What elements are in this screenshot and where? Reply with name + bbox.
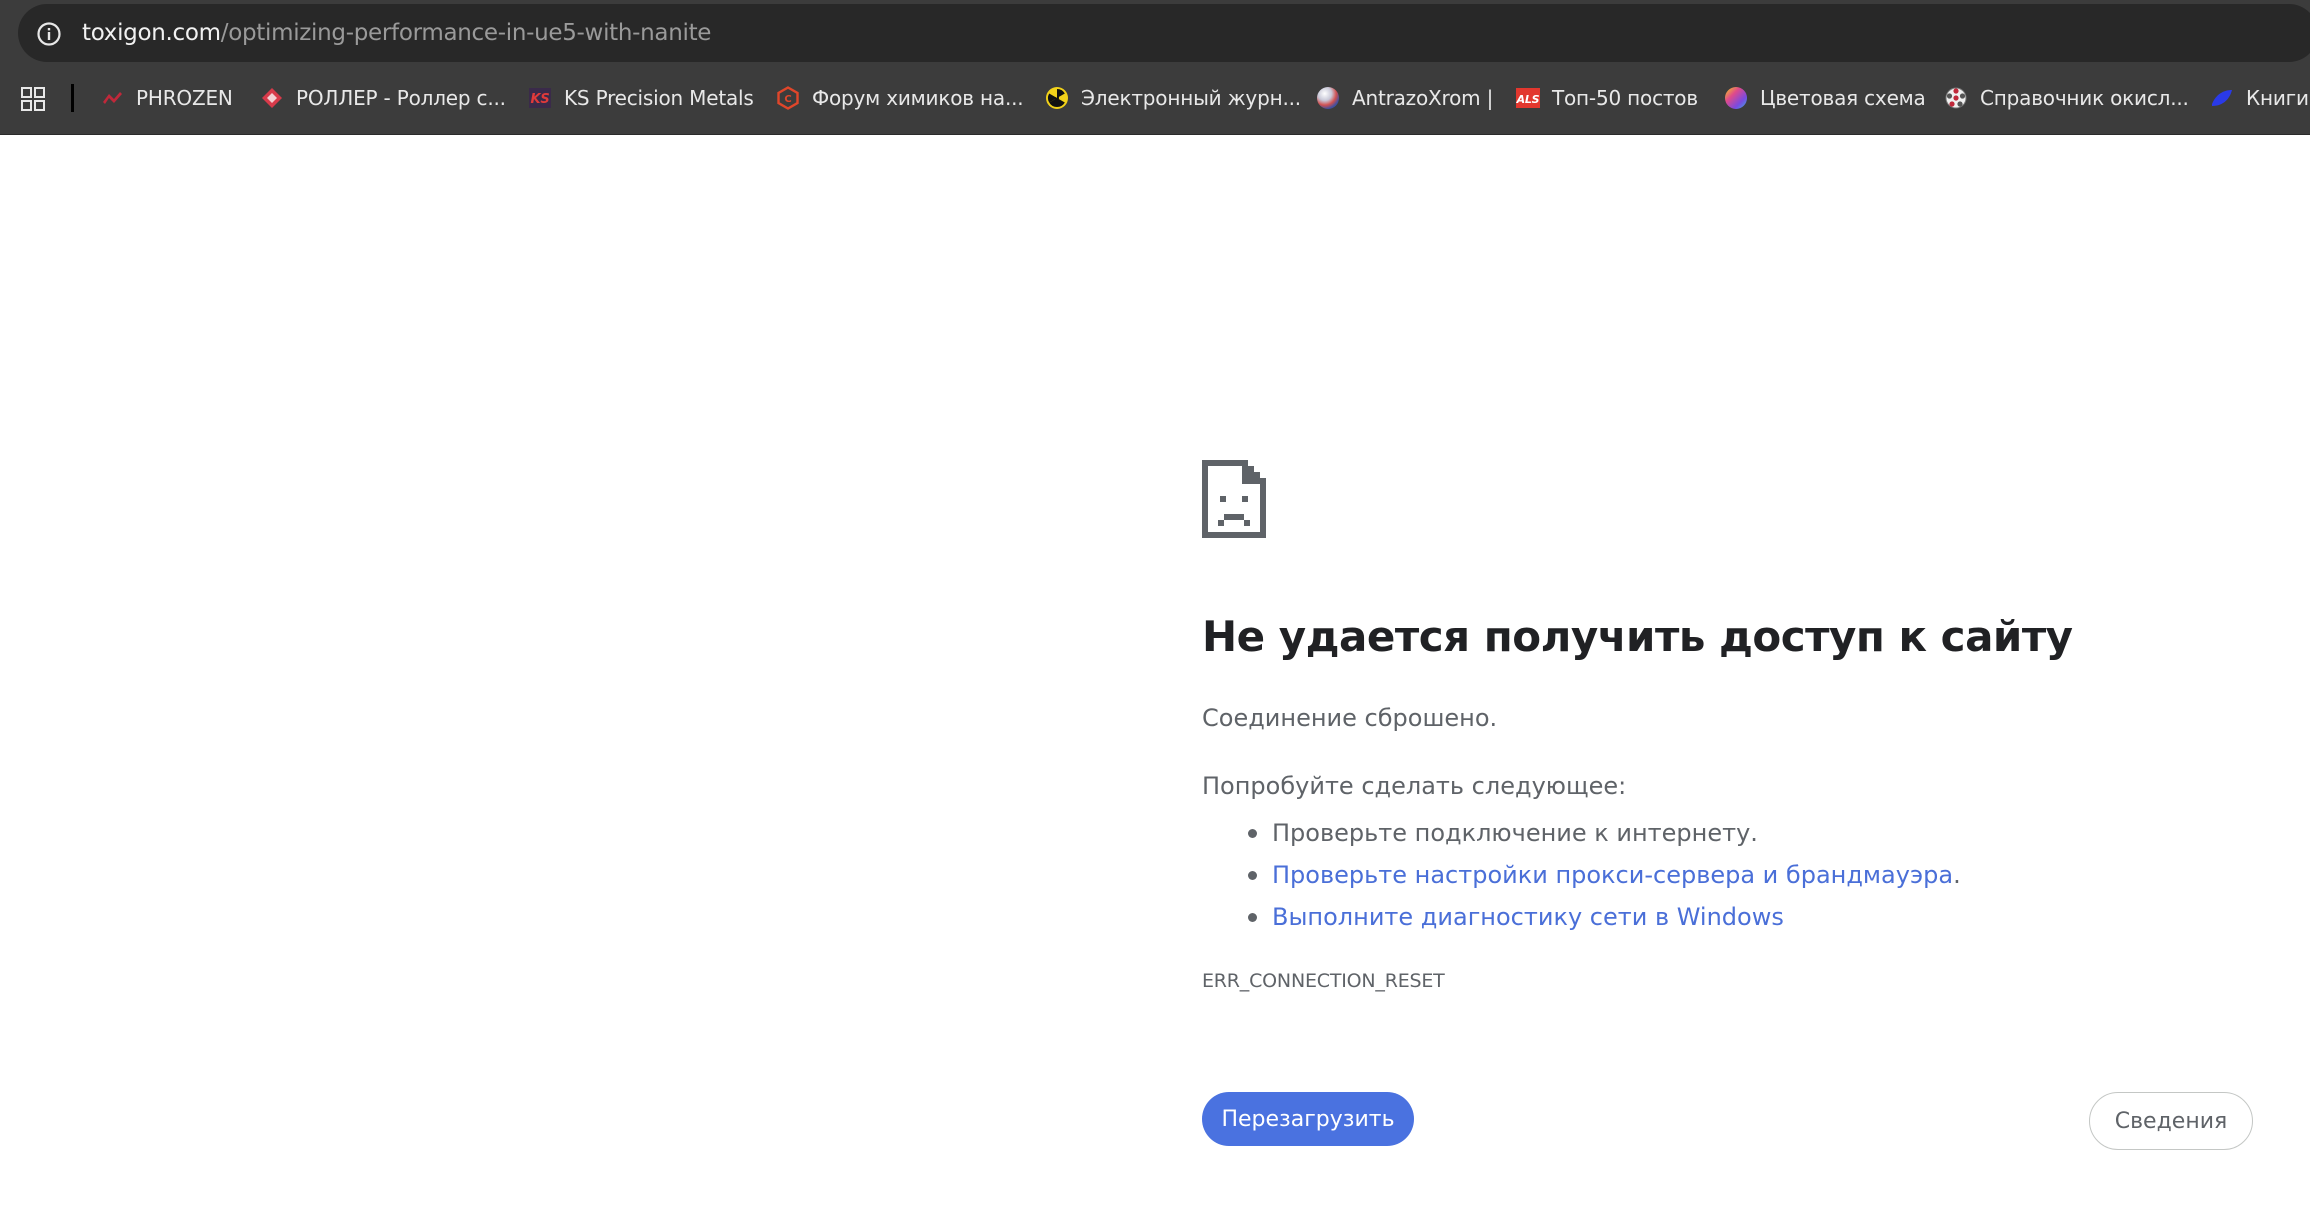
proxy-settings-link[interactable]: Проверьте настройки прокси-сервера и бра… bbox=[1272, 861, 1953, 889]
url-domain: toxigon.com bbox=[82, 20, 221, 46]
roller-icon bbox=[262, 88, 282, 108]
bookmark-oxidation-handbook[interactable]: Справочник окисл... bbox=[1944, 76, 2189, 120]
bookmarks-separator bbox=[71, 84, 74, 112]
bookmark-label: PHROZEN bbox=[136, 86, 233, 110]
sad-document-icon bbox=[1202, 460, 1266, 538]
bookmark-label: РОЛЛЕР - Роллер с... bbox=[296, 86, 506, 110]
url-text[interactable]: toxigon.com/optimizing-performance-in-ue… bbox=[82, 4, 711, 62]
bookmark-e-journal[interactable]: Электронный журн... bbox=[1045, 76, 1301, 120]
bookmark-top50[interactable]: ALS Топ-50 постов bbox=[1516, 76, 1698, 120]
color-wheel-icon bbox=[1725, 87, 1747, 109]
radiation-icon bbox=[1046, 87, 1068, 109]
site-info-icon[interactable] bbox=[36, 21, 62, 47]
bookmark-phrozen[interactable]: PHROZEN bbox=[100, 76, 233, 120]
error-title: Не удается получить доступ к сайту bbox=[1202, 612, 2073, 661]
error-subtitle: Соединение сброшено. bbox=[1202, 704, 1498, 732]
suggestion-check-proxy: Проверьте настройки прокси-сервера и бра… bbox=[1202, 854, 1961, 896]
error-code: ERR_CONNECTION_RESET bbox=[1202, 970, 1445, 992]
address-bar[interactable]: toxigon.com/optimizing-performance-in-ue… bbox=[18, 4, 2310, 62]
bookmark-color-scheme[interactable]: Цветовая схема bbox=[1724, 76, 1926, 120]
suggestion-text: Проверьте подключение к интернету. bbox=[1272, 819, 1758, 847]
als-icon: ALS bbox=[1516, 88, 1540, 108]
svg-text:ALS: ALS bbox=[1516, 93, 1540, 106]
bookmark-ks-precision[interactable]: KS KS Precision Metals bbox=[528, 76, 754, 120]
bookmark-label: Книги bbox=[2246, 86, 2309, 110]
bookmark-roller[interactable]: РОЛЛЕР - Роллер с... bbox=[260, 76, 506, 120]
bookmark-books[interactable]: Книги bbox=[2210, 76, 2309, 120]
apps-grid-icon[interactable] bbox=[20, 86, 46, 112]
suggestion-network-diagnostics: Выполните диагностику сети в Windows bbox=[1202, 896, 1961, 938]
reload-button[interactable]: Перезагрузить bbox=[1202, 1092, 1414, 1146]
book-icon bbox=[2212, 90, 2232, 106]
bookmark-label: Электронный журн... bbox=[1081, 86, 1301, 110]
sphere-icon bbox=[1317, 87, 1339, 109]
browser-chrome: toxigon.com/optimizing-performance-in-ue… bbox=[0, 0, 2310, 135]
phrozen-icon bbox=[103, 92, 122, 104]
details-button[interactable]: Сведения bbox=[2089, 1092, 2253, 1150]
bookmark-label: Форум химиков на... bbox=[812, 86, 1024, 110]
hexagon-icon: C bbox=[777, 86, 799, 110]
bookmark-label: Справочник окисл... bbox=[1980, 86, 2189, 110]
bookmark-label: Топ-50 постов bbox=[1552, 86, 1698, 110]
bookmark-antrazoxrom[interactable]: AntrazoXrom | bbox=[1316, 76, 1493, 120]
suggestions-list: Проверьте подключение к интернету. Прове… bbox=[1202, 812, 1961, 938]
url-path: /optimizing-performance-in-ue5-with-nani… bbox=[220, 20, 712, 46]
bookmark-label: KS Precision Metals bbox=[564, 86, 754, 110]
suggestion-check-connection: Проверьте подключение к интернету. bbox=[1202, 812, 1961, 854]
try-label: Попробуйте сделать следующее: bbox=[1202, 772, 1627, 800]
bookmark-chem-forum[interactable]: C Форум химиков на... bbox=[776, 76, 1024, 120]
molecule-icon bbox=[1945, 87, 1967, 109]
network-diagnostics-link[interactable]: Выполните диагностику сети в Windows bbox=[1272, 903, 1784, 931]
suggestion-suffix: . bbox=[1953, 861, 1961, 889]
bookmark-label: AntrazoXrom | bbox=[1352, 86, 1494, 110]
ks-icon: KS bbox=[529, 88, 551, 108]
svg-text:C: C bbox=[784, 94, 791, 105]
svg-text:KS: KS bbox=[530, 92, 549, 107]
bookmark-label: Цветовая схема bbox=[1760, 86, 1926, 110]
bookmarks-bar: PHROZEN РОЛЛЕР - Роллер с... KS KS Preci… bbox=[0, 76, 2310, 120]
